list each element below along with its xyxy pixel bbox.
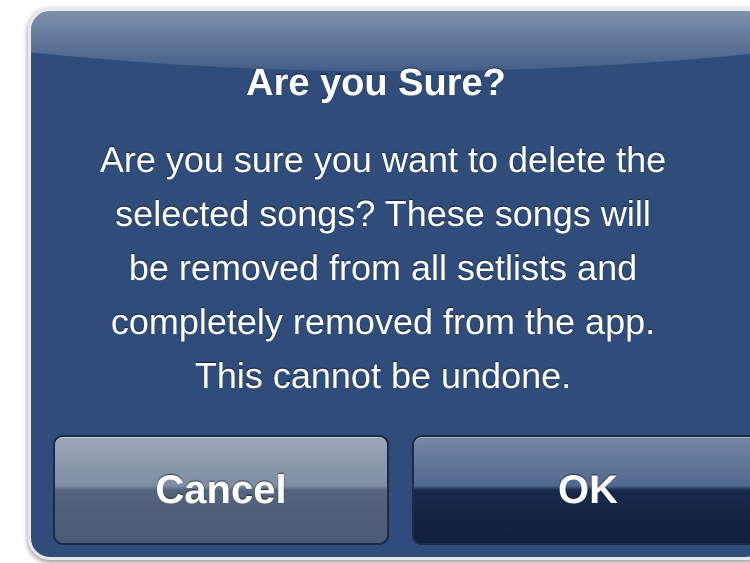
ok-button[interactable]: OK bbox=[412, 435, 750, 545]
alert-message-line: This cannot be undone. bbox=[194, 355, 572, 396]
ok-button-label: OK bbox=[558, 467, 618, 512]
alert-message-line: selected songs? These songs will bbox=[115, 193, 651, 234]
alert-message-line: Are you sure you want to delete the bbox=[99, 139, 667, 180]
alert-message-line: completely removed from the app. bbox=[110, 301, 656, 342]
alert-message-line: be removed from all setlists and bbox=[128, 247, 638, 288]
alert-message: Are you sure you want to delete the sele… bbox=[45, 133, 721, 403]
cancel-button-label: Cancel bbox=[155, 467, 287, 512]
cancel-button[interactable]: Cancel bbox=[53, 435, 389, 545]
alert-dialog: Are you Sure? Are you sure you want to d… bbox=[28, 8, 750, 560]
alert-title: Are you Sure? bbox=[246, 62, 506, 104]
